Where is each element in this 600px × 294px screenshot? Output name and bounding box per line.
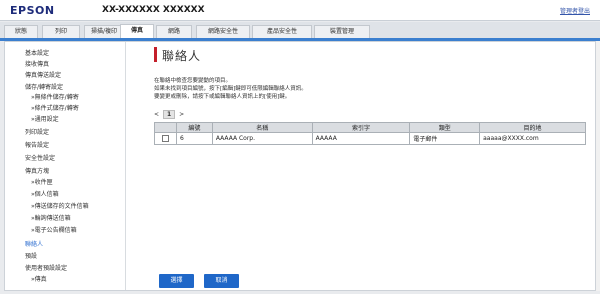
col-header-destination: 目的地 — [479, 122, 586, 133]
sidebar-item-polling-box[interactable]: »輪詢傳送信箱 — [31, 213, 71, 222]
sidebar-item-receive-fax[interactable]: 接收傳真 — [25, 59, 49, 68]
sidebar-item-presets[interactable]: 預設 — [25, 251, 37, 260]
page-number[interactable]: 1 — [162, 110, 176, 119]
sidebar-item-security-settings[interactable]: 安全性設定 — [25, 153, 55, 162]
cell-destination: aaaaa@XXXX.com — [479, 132, 586, 145]
description-line-3: 要變更或刪除，請按下或編輯聯絡人資訊上的[使用]鍵。 — [154, 94, 291, 100]
tab-fax[interactable]: 傳真 — [120, 24, 154, 38]
sidebar-item-report-settings[interactable]: 報告設定 — [25, 140, 49, 149]
main-tabs: 狀態 列印 掃描/複印 傳真 網路 網路安全性 產品安全性 裝置管理 — [0, 22, 600, 41]
cancel-button[interactable]: 取消 — [204, 274, 239, 288]
tab-scan-copy[interactable]: 掃描/複印 — [84, 25, 124, 38]
main-area: 聯絡人 在聯絡中檢查您要變動的項目。 如果未找到項目編號，按下[編輯]鍵即可低限… — [126, 42, 596, 290]
select-button[interactable]: 選擇 — [159, 274, 194, 288]
sidebar-item-bulletin-box[interactable]: »電子公告欄信箱 — [31, 225, 77, 234]
col-header-index: 索引字 — [311, 122, 411, 133]
tab-print[interactable]: 列印 — [42, 25, 80, 38]
tab-network-security[interactable]: 網路安全性 — [196, 25, 250, 38]
prev-page-button[interactable]: < — [154, 111, 159, 118]
header: EPSON XX-XXXXXX XXXXXX 管理者登出 — [0, 0, 600, 21]
epson-logo: EPSON — [10, 4, 55, 17]
scrollbar[interactable] — [596, 41, 600, 291]
row-checkbox[interactable] — [161, 135, 169, 142]
sidebar-item-fax-send-settings[interactable]: 傳真傳送設定 — [25, 70, 61, 79]
cell-name: AAAAA Corp. — [211, 132, 313, 145]
description-line-1: 在聯絡中檢查您要變動的項目。 — [154, 78, 232, 84]
tab-network[interactable]: 網路 — [156, 25, 192, 38]
sidebar-item-basic-settings[interactable]: 基本設定 — [25, 48, 49, 57]
description-line-2: 如果未找到項目編號，按下[編輯]鍵即可低限編輯聯絡人資訊。 — [154, 86, 307, 92]
sidebar-item-stored-docs-box[interactable]: »傳送儲存的文件信箱 — [31, 201, 89, 210]
cell-index: AAAAA — [311, 132, 411, 145]
table-row[interactable]: 6 AAAAA Corp. AAAAA 電子郵件 aaaaa@XXXX.com — [154, 132, 586, 145]
tab-product-security[interactable]: 產品安全性 — [252, 25, 312, 38]
col-header-number: 編號 — [175, 122, 213, 133]
page-title: 聯絡人 — [162, 49, 202, 63]
cell-number: 6 — [175, 132, 213, 145]
sidebar-item-unconditional[interactable]: »無條件儲存/轉寄 — [31, 92, 79, 101]
sidebar-item-print-settings[interactable]: 列印設定 — [25, 127, 49, 136]
col-header-name: 名稱 — [211, 122, 313, 133]
title-accent-bar — [154, 47, 157, 62]
cell-type: 電子郵件 — [409, 132, 481, 145]
tab-device-management[interactable]: 裝置管理 — [314, 25, 370, 38]
admin-logout-link[interactable]: 管理者登出 — [560, 6, 590, 15]
tab-status[interactable]: 狀態 — [4, 25, 38, 38]
sidebar-item-save-forward[interactable]: 儲存/轉寄設定 — [25, 82, 63, 91]
sidebar-item-fax-default[interactable]: »傳真 — [31, 274, 47, 283]
sidebar-item-user-defaults[interactable]: 使用者預設設定 — [25, 263, 67, 272]
pagination: < 1 > — [154, 110, 184, 119]
sidebar-item-inbox[interactable]: »收件匣 — [31, 177, 53, 186]
next-page-button[interactable]: > — [179, 111, 184, 118]
content-panel: 基本設定 接收傳真 傳真傳送設定 儲存/轉寄設定 »無條件儲存/轉寄 »條件式儲… — [4, 41, 596, 291]
sidebar-item-common-settings[interactable]: »通用設定 — [31, 114, 59, 123]
col-header-select — [154, 122, 177, 133]
col-header-type: 類型 — [409, 122, 481, 133]
sidebar-item-conditional[interactable]: »條件式儲存/轉寄 — [31, 103, 79, 112]
sidebar: 基本設定 接收傳真 傳真傳送設定 儲存/轉寄設定 »無條件儲存/轉寄 »條件式儲… — [5, 42, 126, 290]
printer-model: XX-XXXXXX XXXXXX — [102, 5, 205, 15]
sidebar-item-contacts[interactable]: 聯絡人 — [25, 239, 43, 248]
sidebar-item-personal-box[interactable]: »個人信箱 — [31, 189, 59, 198]
table-header-row: 編號 名稱 索引字 類型 目的地 — [154, 122, 586, 133]
contacts-table: 編號 名稱 索引字 類型 目的地 6 AAAAA Corp. AAAAA 電子郵… — [154, 122, 586, 145]
sidebar-item-fax-box[interactable]: 傳真方塊 — [25, 166, 49, 175]
